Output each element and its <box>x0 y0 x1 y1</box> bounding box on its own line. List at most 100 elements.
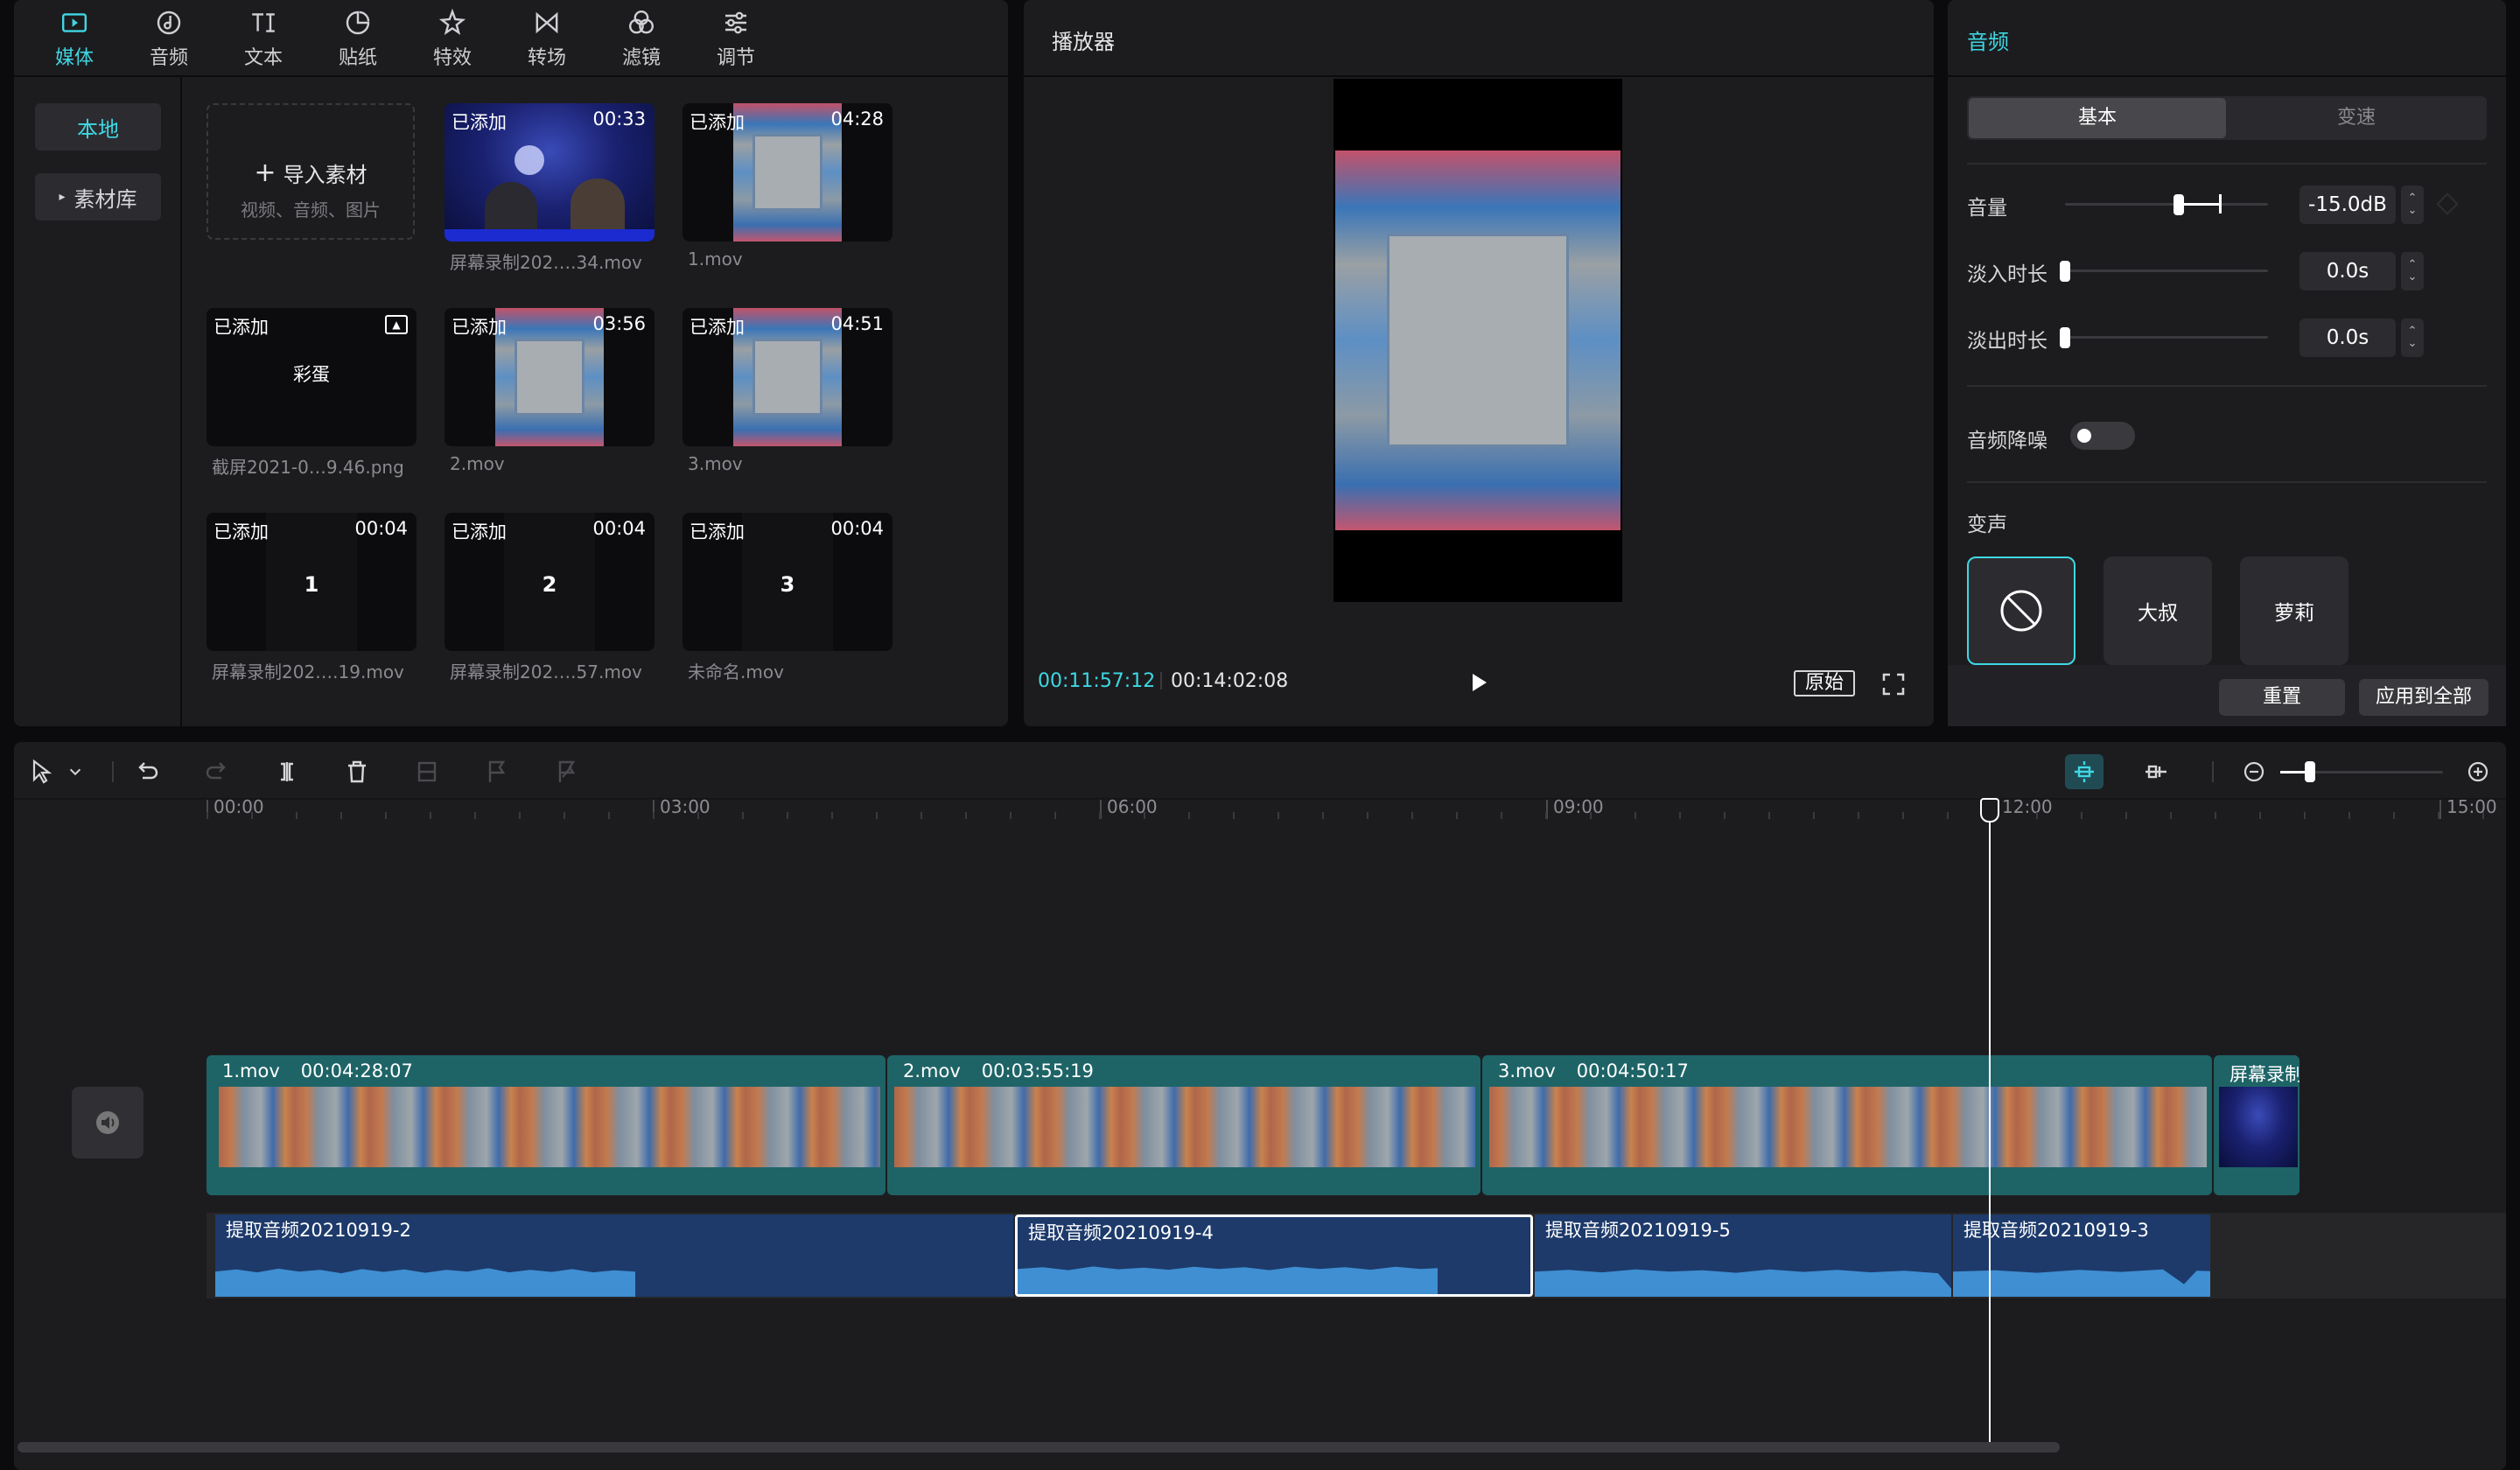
tab-audio[interactable]: 音频 <box>130 4 208 70</box>
undo-button[interactable] <box>130 754 164 789</box>
added-tag: 已添加 <box>214 317 269 338</box>
fade-in-slider[interactable] <box>2065 270 2268 272</box>
reset-button[interactable]: 重置 <box>2219 679 2345 716</box>
apply-all-button[interactable]: 应用到全部 <box>2359 679 2488 716</box>
video-clip-2[interactable]: 2.mov 00:03:55:19 <box>887 1055 1480 1195</box>
video-clip-1[interactable]: 1.mov 00:04:28:07 <box>206 1055 886 1195</box>
fade-out-label: 淡出时长 <box>1967 330 2048 353</box>
fullscreen-button[interactable] <box>1881 672 1906 696</box>
tab-filter[interactable]: 滤镜 <box>602 4 681 70</box>
volume-value[interactable]: -15.0dB <box>2300 186 2396 224</box>
media-card-2[interactable]: 已添加 04:28 <box>682 103 892 242</box>
media-card-7[interactable]: 已添加 00:04 2 <box>444 513 654 651</box>
media-card-3[interactable]: 已添加 ▲ 彩蛋 <box>206 308 416 446</box>
ratio-button[interactable]: 原始 <box>1794 670 1855 696</box>
tab-speed-label: 变速 <box>2336 107 2376 129</box>
link-toggle-button[interactable] <box>2138 754 2174 789</box>
clip-duration: 00:03:55:19 <box>981 1060 1094 1082</box>
clip-name: 2.mov <box>903 1060 961 1082</box>
image-icon: ▲ <box>385 315 408 334</box>
playhead-handle[interactable] <box>1980 798 1999 822</box>
waveform <box>1018 1266 1438 1294</box>
voice-loli-option[interactable]: 萝莉 <box>2240 556 2348 665</box>
video-preview <box>1334 79 1622 602</box>
media-card-5[interactable]: 已添加 04:51 <box>682 308 892 446</box>
media-card-4[interactable]: 已添加 03:56 <box>444 308 654 446</box>
added-tag: 已添加 <box>690 317 745 338</box>
select-tool-button[interactable] <box>24 754 60 789</box>
fade-in-stepper[interactable]: ⌃ ⌄ <box>2401 252 2424 290</box>
zoom-in-button[interactable] <box>2460 754 2496 789</box>
track-audio-toggle[interactable] <box>72 1087 144 1158</box>
split-icon <box>281 762 293 781</box>
fade-out-slider[interactable] <box>2065 336 2268 339</box>
split-button[interactable] <box>270 754 304 789</box>
undo-icon <box>138 762 158 780</box>
select-tool-dropdown[interactable] <box>65 754 86 789</box>
reset-label: 重置 <box>2262 686 2301 708</box>
fade-out-value[interactable]: 0.0s <box>2300 318 2396 357</box>
expand-arrow-icon: ▸ <box>59 190 66 204</box>
zoom-slider-knob[interactable] <box>2305 761 2315 782</box>
snap-toggle-button[interactable] <box>2065 754 2104 789</box>
fade-out-knob[interactable] <box>2060 327 2070 348</box>
fade-in-value[interactable]: 0.0s <box>2300 252 2396 290</box>
divider <box>1967 163 2487 164</box>
tab-sticker[interactable]: 贴纸 <box>318 4 397 70</box>
flag-mark-button[interactable] <box>550 754 584 789</box>
tab-effects[interactable]: 特效 <box>413 4 492 70</box>
denoise-toggle[interactable] <box>2070 422 2135 450</box>
added-tag: 已添加 <box>690 522 745 542</box>
media-name: 1.mov <box>688 248 743 270</box>
voice-uncle-option[interactable]: 大叔 <box>2104 556 2212 665</box>
zoom-in-icon <box>2468 761 2488 782</box>
divider <box>1967 385 2487 387</box>
import-media-button[interactable]: + 导入素材 视频、音频、图片 <box>206 103 415 240</box>
volume-slider[interactable] <box>2065 203 2268 206</box>
time-separator <box>1160 672 1162 690</box>
sidebar-item-local[interactable]: 本地 <box>35 103 161 150</box>
tab-text[interactable]: 文本 <box>224 4 303 70</box>
audio-clip-3[interactable]: 提取音频20210919-5 <box>1535 1214 1951 1297</box>
clip-label: 1.mov 00:04:28:07 <box>222 1060 413 1082</box>
added-tag: 已添加 <box>214 522 269 542</box>
magnet-snap-icon <box>2075 761 2094 782</box>
timeline-scrollbar[interactable] <box>18 1442 2060 1452</box>
tab-transition[interactable]: 转场 <box>508 4 586 70</box>
volume-slider-knob[interactable] <box>2174 194 2184 215</box>
tab-adjust[interactable]: 调节 <box>696 4 775 70</box>
fade-out-stepper[interactable]: ⌃ ⌄ <box>2401 318 2424 357</box>
zoom-out-button[interactable] <box>2236 754 2272 789</box>
sidebar-item-library[interactable]: ▸ 素材库 <box>35 173 161 220</box>
fade-in-knob[interactable] <box>2060 261 2070 282</box>
trash-icon <box>348 760 366 783</box>
tab-media[interactable]: 媒体 <box>35 4 114 70</box>
clip-label: 屏幕录制 <box>2230 1060 2300 1087</box>
tab-basic[interactable]: 基本 <box>1969 98 2226 138</box>
media-name: 未命名.mov <box>688 662 784 682</box>
freeze-icon <box>417 761 437 782</box>
voice-none-option[interactable] <box>1967 556 2076 665</box>
thumbnail-game <box>733 308 842 446</box>
audio-clip-2[interactable]: 提取音频20210919-4 <box>1015 1214 1533 1297</box>
volume-stepper[interactable]: ⌃ ⌄ <box>2401 186 2424 224</box>
tab-effects-label: 特效 <box>432 47 472 69</box>
audio-clip-1[interactable]: 提取音频20210919-2 <box>215 1214 1013 1297</box>
sidebar-item-local-label: 本地 <box>77 116 119 142</box>
redo-button[interactable] <box>200 754 234 789</box>
tab-speed[interactable]: 变速 <box>2228 98 2485 138</box>
video-clip-3[interactable]: 3.mov 00:04:50:17 <box>1482 1055 2212 1195</box>
video-clip-4[interactable]: 屏幕录制 <box>2214 1055 2300 1195</box>
speaker-icon <box>96 1111 119 1134</box>
preview-frame <box>1335 150 1620 530</box>
media-card-6[interactable]: 已添加 00:04 1 <box>206 513 416 651</box>
thumbnail-caption: 彩蛋 <box>293 364 330 385</box>
tab-transition-label: 转场 <box>527 47 566 69</box>
media-card-1[interactable]: 已添加 00:33 <box>444 103 654 242</box>
freeze-button[interactable] <box>410 754 444 789</box>
delete-button[interactable] <box>340 754 374 789</box>
flag-button[interactable] <box>480 754 514 789</box>
media-card-8[interactable]: 已添加 00:04 3 <box>682 513 892 651</box>
play-button[interactable] <box>1466 670 1491 695</box>
audio-clip-4[interactable]: 提取音频20210919-3 <box>1953 1214 2210 1297</box>
